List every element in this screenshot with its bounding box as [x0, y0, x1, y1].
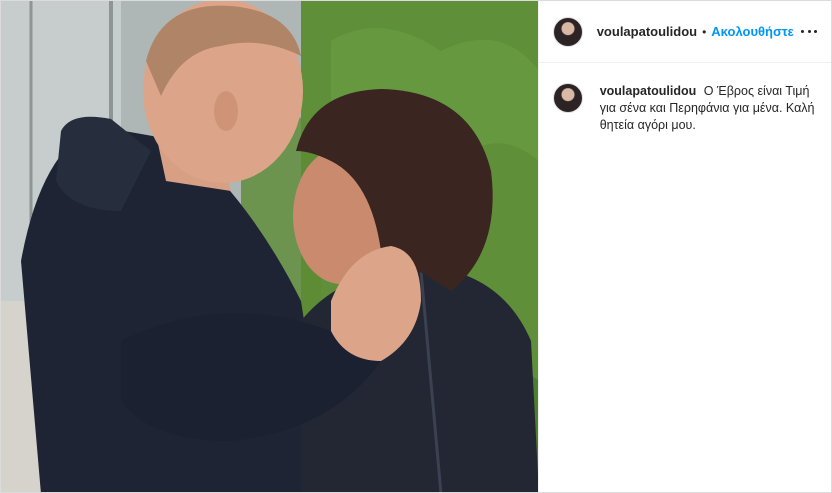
instagram-post: voulapatoulidou • Ακολουθήστε voulapatou…: [0, 0, 832, 493]
post-side-panel: voulapatoulidou • Ακολουθήστε voulapatou…: [537, 1, 831, 492]
caption-avatar[interactable]: [552, 83, 583, 113]
more-options-icon[interactable]: [801, 24, 817, 40]
post-header: voulapatoulidou • Ακολουθήστε: [538, 1, 831, 63]
photo-illustration: [1, 1, 538, 492]
caption-body: voulapatoulidou Ο Έβρος είναι Τιμή για σ…: [600, 83, 815, 134]
comments-section: voulapatoulidou Ο Έβρος είναι Τιμή για σ…: [539, 63, 831, 134]
user-avatar[interactable]: [552, 16, 583, 47]
header-username[interactable]: voulapatoulidou: [597, 24, 697, 39]
caption-row: voulapatoulidou Ο Έβρος είναι Τιμή για σ…: [552, 83, 815, 134]
follow-button[interactable]: Ακολουθήστε: [711, 24, 794, 39]
empty-comments-area: [539, 134, 831, 492]
post-photo[interactable]: [1, 1, 538, 492]
caption-username[interactable]: voulapatoulidou: [600, 84, 697, 98]
separator-dot: •: [702, 24, 707, 39]
